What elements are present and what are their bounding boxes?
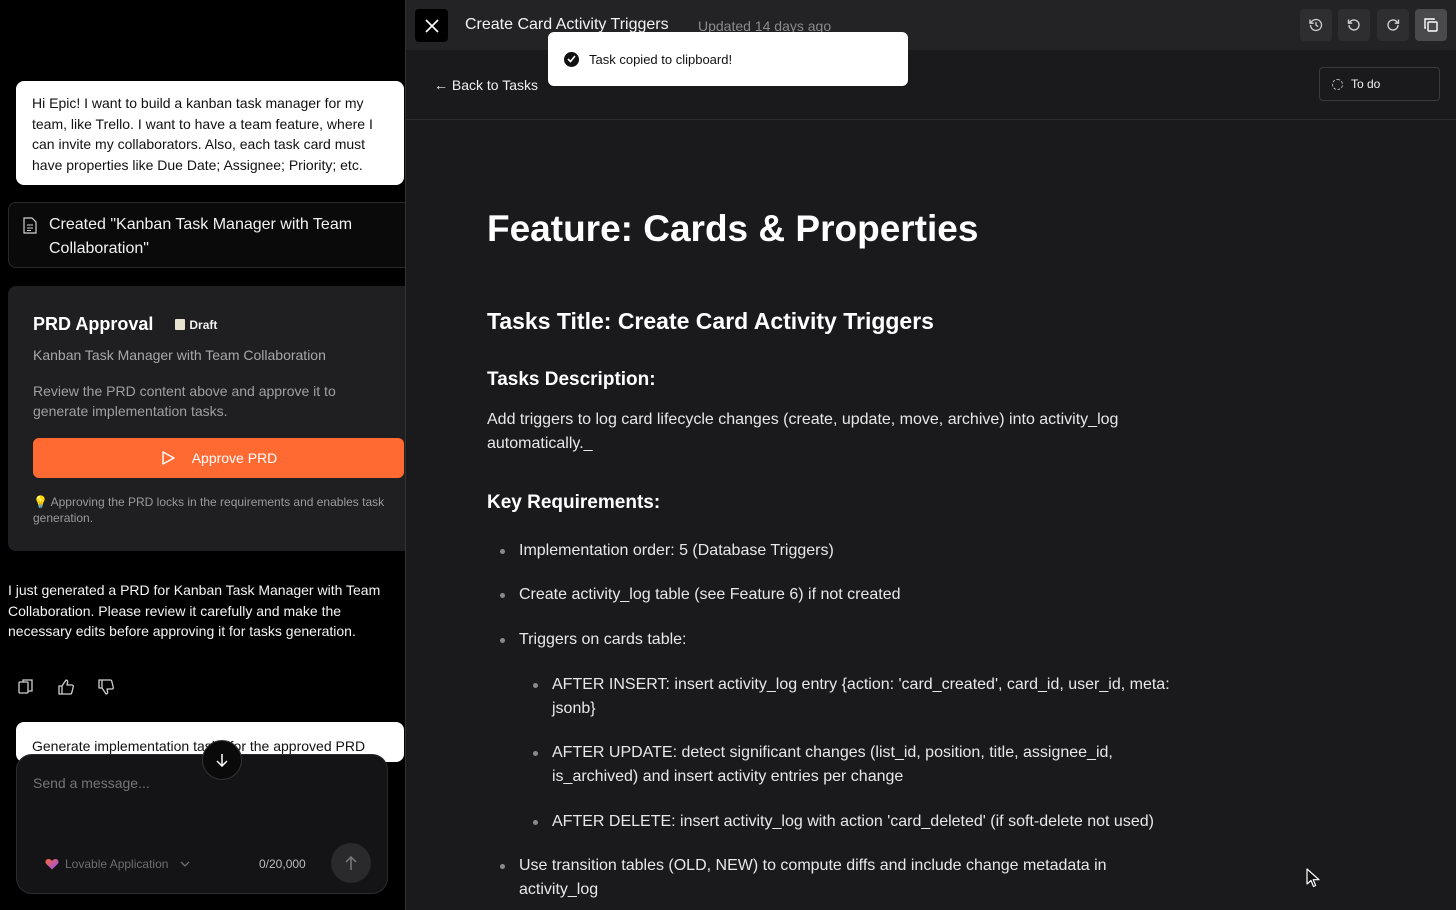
close-button[interactable] — [415, 9, 448, 42]
prd-card-title: PRD Approval — [33, 314, 154, 334]
draft-badge-label: Draft — [189, 317, 218, 332]
toast-message: Task copied to clipboard! — [589, 51, 733, 67]
message-composer: Lovable Application 0/20,000 — [16, 754, 388, 894]
back-to-tasks-link[interactable]: ← Back to Tasks — [434, 77, 538, 93]
toast-notification: Task copied to clipboard! — [548, 32, 908, 86]
requirements-heading: Key Requirements: — [487, 492, 661, 513]
thumbs-up-icon[interactable] — [58, 678, 74, 696]
play-icon — [162, 451, 175, 465]
requirement-item: Triggers on cards table: — [499, 628, 686, 652]
copy-icon — [1424, 18, 1438, 32]
chevron-down-icon — [180, 861, 190, 867]
message-actions — [18, 678, 114, 696]
created-notice-text: Created "Kanban Task Manager with Team C… — [49, 216, 353, 257]
history-button[interactable] — [1300, 9, 1332, 41]
requirement-subitem: AFTER UPDATE: detect significant changes… — [533, 741, 1172, 789]
mouse-pointer-icon — [1306, 868, 1320, 888]
task-description: Add triggers to log card lifecycle chang… — [487, 411, 1119, 452]
history-icon — [1309, 18, 1323, 32]
document-icon — [23, 217, 37, 234]
prd-card-subtitle: Kanban Task Manager with Team Collaborat… — [33, 347, 326, 363]
thumbs-down-icon[interactable] — [98, 678, 114, 696]
approve-prd-button[interactable]: Approve PRD — [33, 438, 404, 478]
check-circle-icon — [564, 51, 579, 67]
task-title-heading: Tasks Title: Create Card Activity Trigge… — [487, 308, 934, 334]
task-editor-panel: Create Card Activity Triggers Updated 14… — [405, 0, 1456, 910]
chat-panel: Hi Epic! I want to build a kanban task m… — [0, 0, 405, 910]
status-todo-icon — [1332, 78, 1343, 90]
scroll-down-button[interactable] — [202, 740, 242, 780]
project-selector[interactable]: Lovable Application — [45, 857, 190, 871]
draft-badge: Draft — [175, 318, 217, 332]
clipboard-icon — [175, 319, 186, 330]
feature-heading: Feature: Cards & Properties — [487, 208, 979, 249]
requirement-item: Use transition tables (OLD, NEW) to comp… — [500, 854, 1169, 902]
undo-icon — [1347, 19, 1360, 31]
requirement-subitem: AFTER INSERT: insert activity_log entry … — [533, 673, 1172, 721]
close-icon — [424, 18, 439, 33]
prd-card-description: Review the PRD content above and approve… — [33, 383, 336, 419]
send-button[interactable] — [331, 843, 371, 883]
redo-icon — [1387, 19, 1400, 31]
created-document-notice[interactable]: Created "Kanban Task Manager with Team C… — [8, 202, 405, 268]
user-message: Hi Epic! I want to build a kanban task m… — [16, 81, 404, 185]
assistant-message: I just generated a PRD for Kanban Task M… — [8, 582, 381, 639]
arrow-up-icon — [345, 855, 357, 870]
requirement-item: Create activity_log table (see Feature 6… — [500, 583, 901, 607]
character-count: 0/20,000 — [259, 857, 306, 871]
requirement-subitem: AFTER DELETE: insert activity_log with a… — [533, 810, 1252, 834]
project-name: Lovable Application — [65, 857, 169, 871]
arrow-down-icon — [216, 754, 228, 767]
undo-button[interactable] — [1338, 9, 1370, 41]
status-label: To do — [1351, 77, 1381, 91]
requirement-item: Implementation order: 5 (Database Trigge… — [500, 539, 834, 563]
copy-icon[interactable] — [18, 678, 34, 696]
prd-approval-card: PRD Approval Draft Kanban Task Manager w… — [8, 286, 405, 551]
approve-prd-label: Approve PRD — [191, 450, 278, 466]
status-dropdown[interactable]: To do — [1319, 67, 1440, 101]
lovable-heart-icon — [45, 859, 59, 870]
message-input[interactable] — [33, 775, 363, 791]
redo-button[interactable] — [1377, 9, 1409, 41]
prd-card-note: 💡 Approving the PRD locks in the require… — [33, 495, 385, 525]
description-heading: Tasks Description: — [487, 369, 656, 390]
copy-task-button[interactable] — [1415, 9, 1447, 41]
